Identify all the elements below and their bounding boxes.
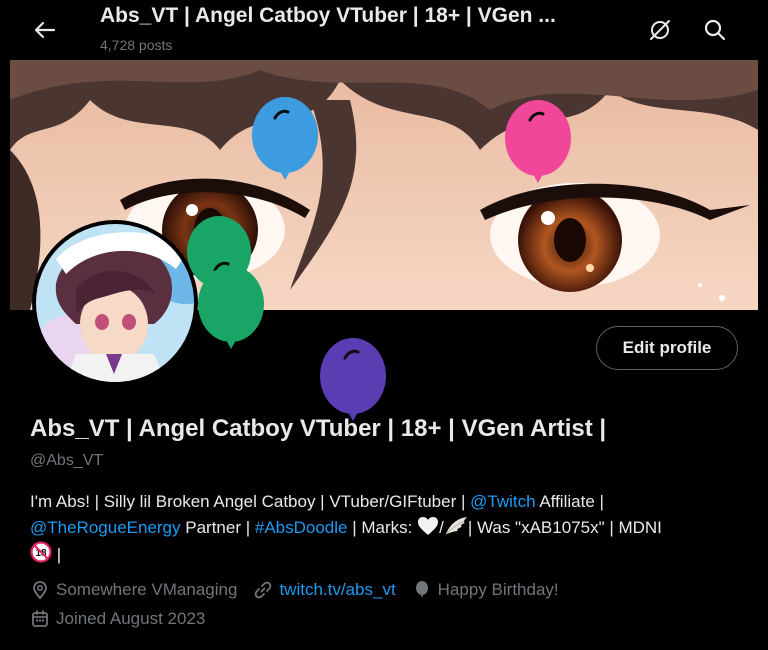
bio-text: | Was "xAB1075x" | MDNI	[467, 518, 662, 537]
hashtag-absdoodle[interactable]: #AbsDoodle	[255, 518, 348, 537]
top-bar: Abs_VT | Angel Catboy VTuber | 18+ | VGe…	[10, 0, 758, 60]
user-handle: @Abs_VT	[30, 452, 104, 469]
search-button[interactable]	[699, 14, 731, 46]
wing-icon	[445, 517, 467, 535]
birthday-text: Happy Birthday!	[437, 580, 559, 599]
post-count: 4,728 posts	[100, 37, 173, 53]
no-under-18-icon: 18	[30, 541, 52, 563]
joined-text: Joined August 2023	[56, 609, 206, 628]
bio-text: |	[52, 545, 62, 564]
website-link[interactable]: twitch.tv/abs_vt	[279, 580, 395, 600]
display-name: Abs_VT | Angel Catboy VTuber | 18+ | VGe…	[30, 415, 607, 442]
white-heart-icon	[418, 517, 439, 535]
location-icon	[33, 581, 47, 600]
birthday: Happy Birthday!	[412, 580, 559, 600]
bio-text: I'm Abs! | Silly lil Broken Angel Catboy…	[30, 492, 471, 511]
calendar-icon	[32, 610, 48, 627]
avatar-image	[36, 224, 194, 382]
edit-profile-button[interactable]: Edit profile	[596, 326, 738, 370]
balloon-purple	[320, 338, 386, 421]
search-icon	[704, 19, 726, 41]
bio-text: Partner |	[180, 518, 255, 537]
location: Somewhere VManaging	[30, 580, 237, 600]
bio: I'm Abs! | Silly lil Broken Angel Catboy…	[30, 489, 740, 568]
back-arrow-icon	[34, 21, 56, 39]
mention-twitch[interactable]: @Twitch	[470, 492, 535, 511]
avatar[interactable]	[32, 220, 198, 386]
location-text: Somewhere VManaging	[56, 580, 238, 599]
joined-row: Joined August 2023	[30, 609, 221, 629]
balloon-icon	[415, 581, 428, 598]
bio-text: Affiliate |	[535, 492, 604, 511]
hide-button[interactable]	[644, 14, 676, 46]
bio-text: | Marks:	[347, 518, 418, 537]
link-icon	[255, 581, 272, 599]
back-button[interactable]	[28, 13, 62, 47]
mention-therogueenergy[interactable]: @TheRogueEnergy	[30, 518, 181, 537]
hide-icon	[650, 20, 670, 40]
page-title: Abs_VT | Angel Catboy VTuber | 18+ | VGe…	[100, 4, 556, 27]
joined-date: Joined August 2023	[30, 609, 205, 629]
profile-meta-row: Somewhere VManaging twitch.tv/abs_vt Hap…	[30, 580, 575, 600]
website[interactable]: twitch.tv/abs_vt	[253, 580, 396, 600]
profile-page: Abs_VT | Angel Catboy VTuber | 18+ | VGe…	[10, 0, 758, 650]
